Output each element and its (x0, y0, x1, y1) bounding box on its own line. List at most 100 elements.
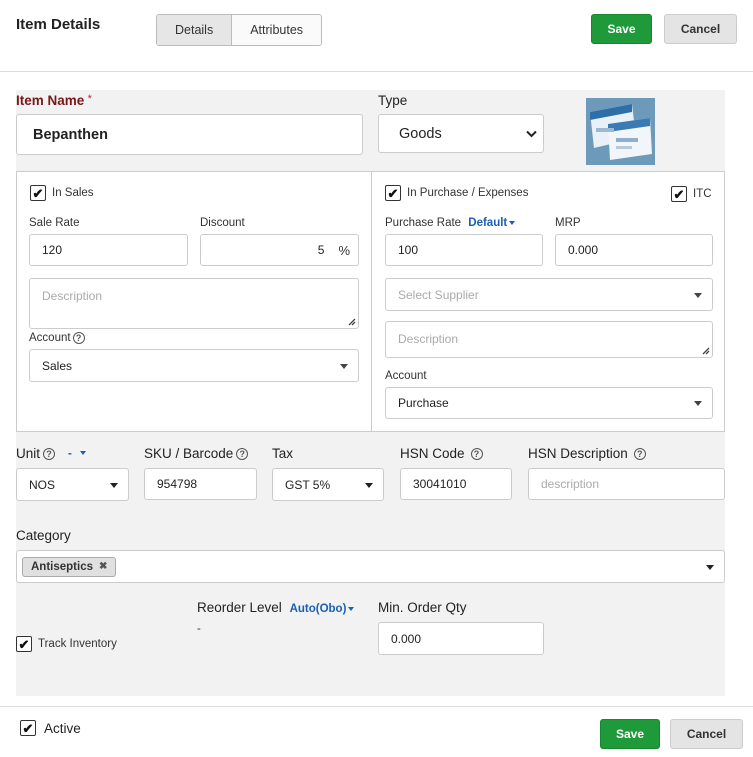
tab-group: Details Attributes (156, 14, 323, 46)
tax-select[interactable]: GST 5% (272, 468, 384, 501)
purchase-account-value: Purchase (398, 396, 449, 410)
active-checkbox[interactable]: ✔ (20, 720, 36, 736)
page-title: Item Details (16, 16, 101, 33)
save-button-bottom[interactable]: Save (600, 719, 660, 749)
reorder-mode-link[interactable]: Auto(Obo) (290, 603, 355, 615)
unit-label: Unit (16, 446, 41, 461)
help-icon[interactable]: ? (633, 447, 646, 460)
sku-label: SKU / Barcode (144, 446, 234, 461)
hsn-description-input[interactable]: description (528, 468, 725, 500)
required-mark: * (87, 93, 92, 105)
caret-down-icon (365, 482, 373, 488)
unit-select[interactable]: NOS (16, 468, 129, 501)
unit-mode: - (68, 447, 72, 460)
hsn-code-label-group: HSN Code ? (400, 446, 483, 461)
supplier-select[interactable]: Select Supplier (385, 278, 713, 311)
in-sales-checkbox[interactable]: ✔ (30, 185, 46, 201)
footer-bar: ✔ Active Save Cancel (0, 706, 753, 757)
check-icon: ✔ (22, 720, 34, 736)
discount-value: 5 (317, 243, 325, 257)
discount-input[interactable]: 5 % (200, 234, 359, 266)
caret-down-icon (348, 606, 355, 611)
sku-input[interactable]: 954798 (144, 468, 257, 500)
unit-mode-link[interactable]: - (68, 448, 86, 460)
category-select[interactable]: Antiseptics ✖ (16, 550, 725, 583)
in-purchase-checkbox[interactable]: ✔ (385, 185, 401, 201)
tab-details[interactable]: Details (157, 15, 233, 45)
sku-label-group: SKU / Barcode ? (144, 446, 249, 461)
itc-checkbox[interactable]: ✔ (671, 186, 687, 202)
unit-value: NOS (29, 477, 56, 492)
percent-icon: % (338, 242, 350, 258)
reorder-mode: Auto(Obo) (289, 603, 347, 615)
sale-rate-input[interactable]: 120 (29, 234, 188, 266)
item-name-input[interactable]: Bepanthen (16, 114, 363, 155)
itc-row: ✔ ITC (671, 186, 712, 202)
min-order-input[interactable]: 0.000 (378, 622, 544, 655)
remove-tag-icon[interactable]: ✖ (99, 561, 107, 572)
tax-value: GST 5% (285, 477, 331, 492)
header-bar: Item Details Details Attributes Save Can… (0, 0, 753, 72)
cancel-button-top[interactable]: Cancel (664, 14, 737, 44)
track-inventory-checkbox[interactable]: ✔ (16, 636, 32, 652)
help-icon[interactable]: ? (43, 447, 56, 460)
product-image-icon (586, 98, 655, 165)
type-value: Goods (399, 125, 442, 142)
help-icon[interactable]: ? (236, 447, 249, 460)
chevron-down-icon (526, 130, 537, 138)
purchase-rate-label: Purchase Rate (385, 217, 462, 229)
hsn-desc-label-group: HSN Description ? (528, 446, 646, 461)
item-name-label: Item Name (16, 93, 85, 108)
purchase-description-textarea[interactable]: Description (385, 321, 713, 358)
in-purchase-row: ✔ In Purchase / Expenses (385, 185, 528, 201)
category-label: Category (16, 528, 71, 543)
sales-description-textarea[interactable]: Description (29, 278, 359, 329)
help-icon[interactable]: ? (72, 332, 85, 344)
purchase-description-placeholder: Description (398, 332, 459, 346)
reorder-value: - (197, 623, 201, 635)
resize-grip-icon[interactable] (701, 346, 710, 355)
discount-label: Discount (200, 217, 245, 229)
resize-grip-icon[interactable] (347, 317, 356, 326)
save-button-top[interactable]: Save (591, 14, 652, 44)
purchase-account-label: Account (385, 370, 427, 382)
cancel-button-bottom[interactable]: Cancel (670, 719, 743, 749)
tax-label: Tax (272, 446, 294, 461)
check-icon: ✔ (387, 185, 399, 201)
track-inventory-row: ✔ Track Inventory (16, 636, 117, 652)
purchase-account-select[interactable]: Purchase (385, 387, 713, 419)
in-sales-label: In Sales (52, 187, 94, 199)
purchase-rate-input[interactable]: 100 (385, 234, 543, 266)
check-icon: ✔ (32, 185, 44, 201)
item-form: Item Name * Bepanthen Type Goods ✔ In Sa… (16, 90, 725, 696)
sales-panel: ✔ In Sales Sale Rate 120 Discount 5 % De… (16, 171, 372, 432)
hsn-desc-label: HSN Description (528, 446, 628, 461)
mrp-label: MRP (555, 217, 581, 229)
check-icon: ✔ (18, 636, 30, 652)
caret-down-icon (340, 363, 348, 369)
caret-down-icon (110, 482, 118, 488)
purchase-rate-mode-link[interactable]: Default (468, 217, 516, 229)
caret-down-icon (706, 564, 714, 570)
itc-label: ITC (693, 188, 712, 200)
hsn-code-input[interactable]: 30041010 (400, 468, 512, 500)
unit-label-group: Unit ? - (16, 446, 86, 461)
min-order-label: Min. Order Qty (378, 600, 467, 615)
hsn-description-placeholder: description (541, 477, 600, 491)
item-name-label-group: Item Name * (16, 93, 92, 108)
hsn-code-label: HSN Code (400, 446, 465, 461)
caret-down-icon (694, 292, 702, 298)
sale-rate-label: Sale Rate (29, 217, 80, 229)
purchase-rate-label-group: Purchase Rate Default (385, 217, 516, 229)
active-label: Active (44, 720, 81, 736)
item-image[interactable] (586, 98, 655, 165)
sales-description-placeholder: Description (42, 289, 103, 303)
mrp-input[interactable]: 0.000 (555, 234, 713, 266)
reorder-label-group: Reorder Level Auto(Obo) (197, 600, 355, 615)
type-select[interactable]: Goods (378, 114, 544, 153)
help-icon[interactable]: ? (470, 447, 483, 460)
tab-attributes[interactable]: Attributes (232, 15, 322, 45)
sales-account-select[interactable]: Sales (29, 349, 359, 382)
in-sales-row: ✔ In Sales (30, 185, 94, 201)
in-purchase-label: In Purchase / Expenses (407, 187, 529, 199)
